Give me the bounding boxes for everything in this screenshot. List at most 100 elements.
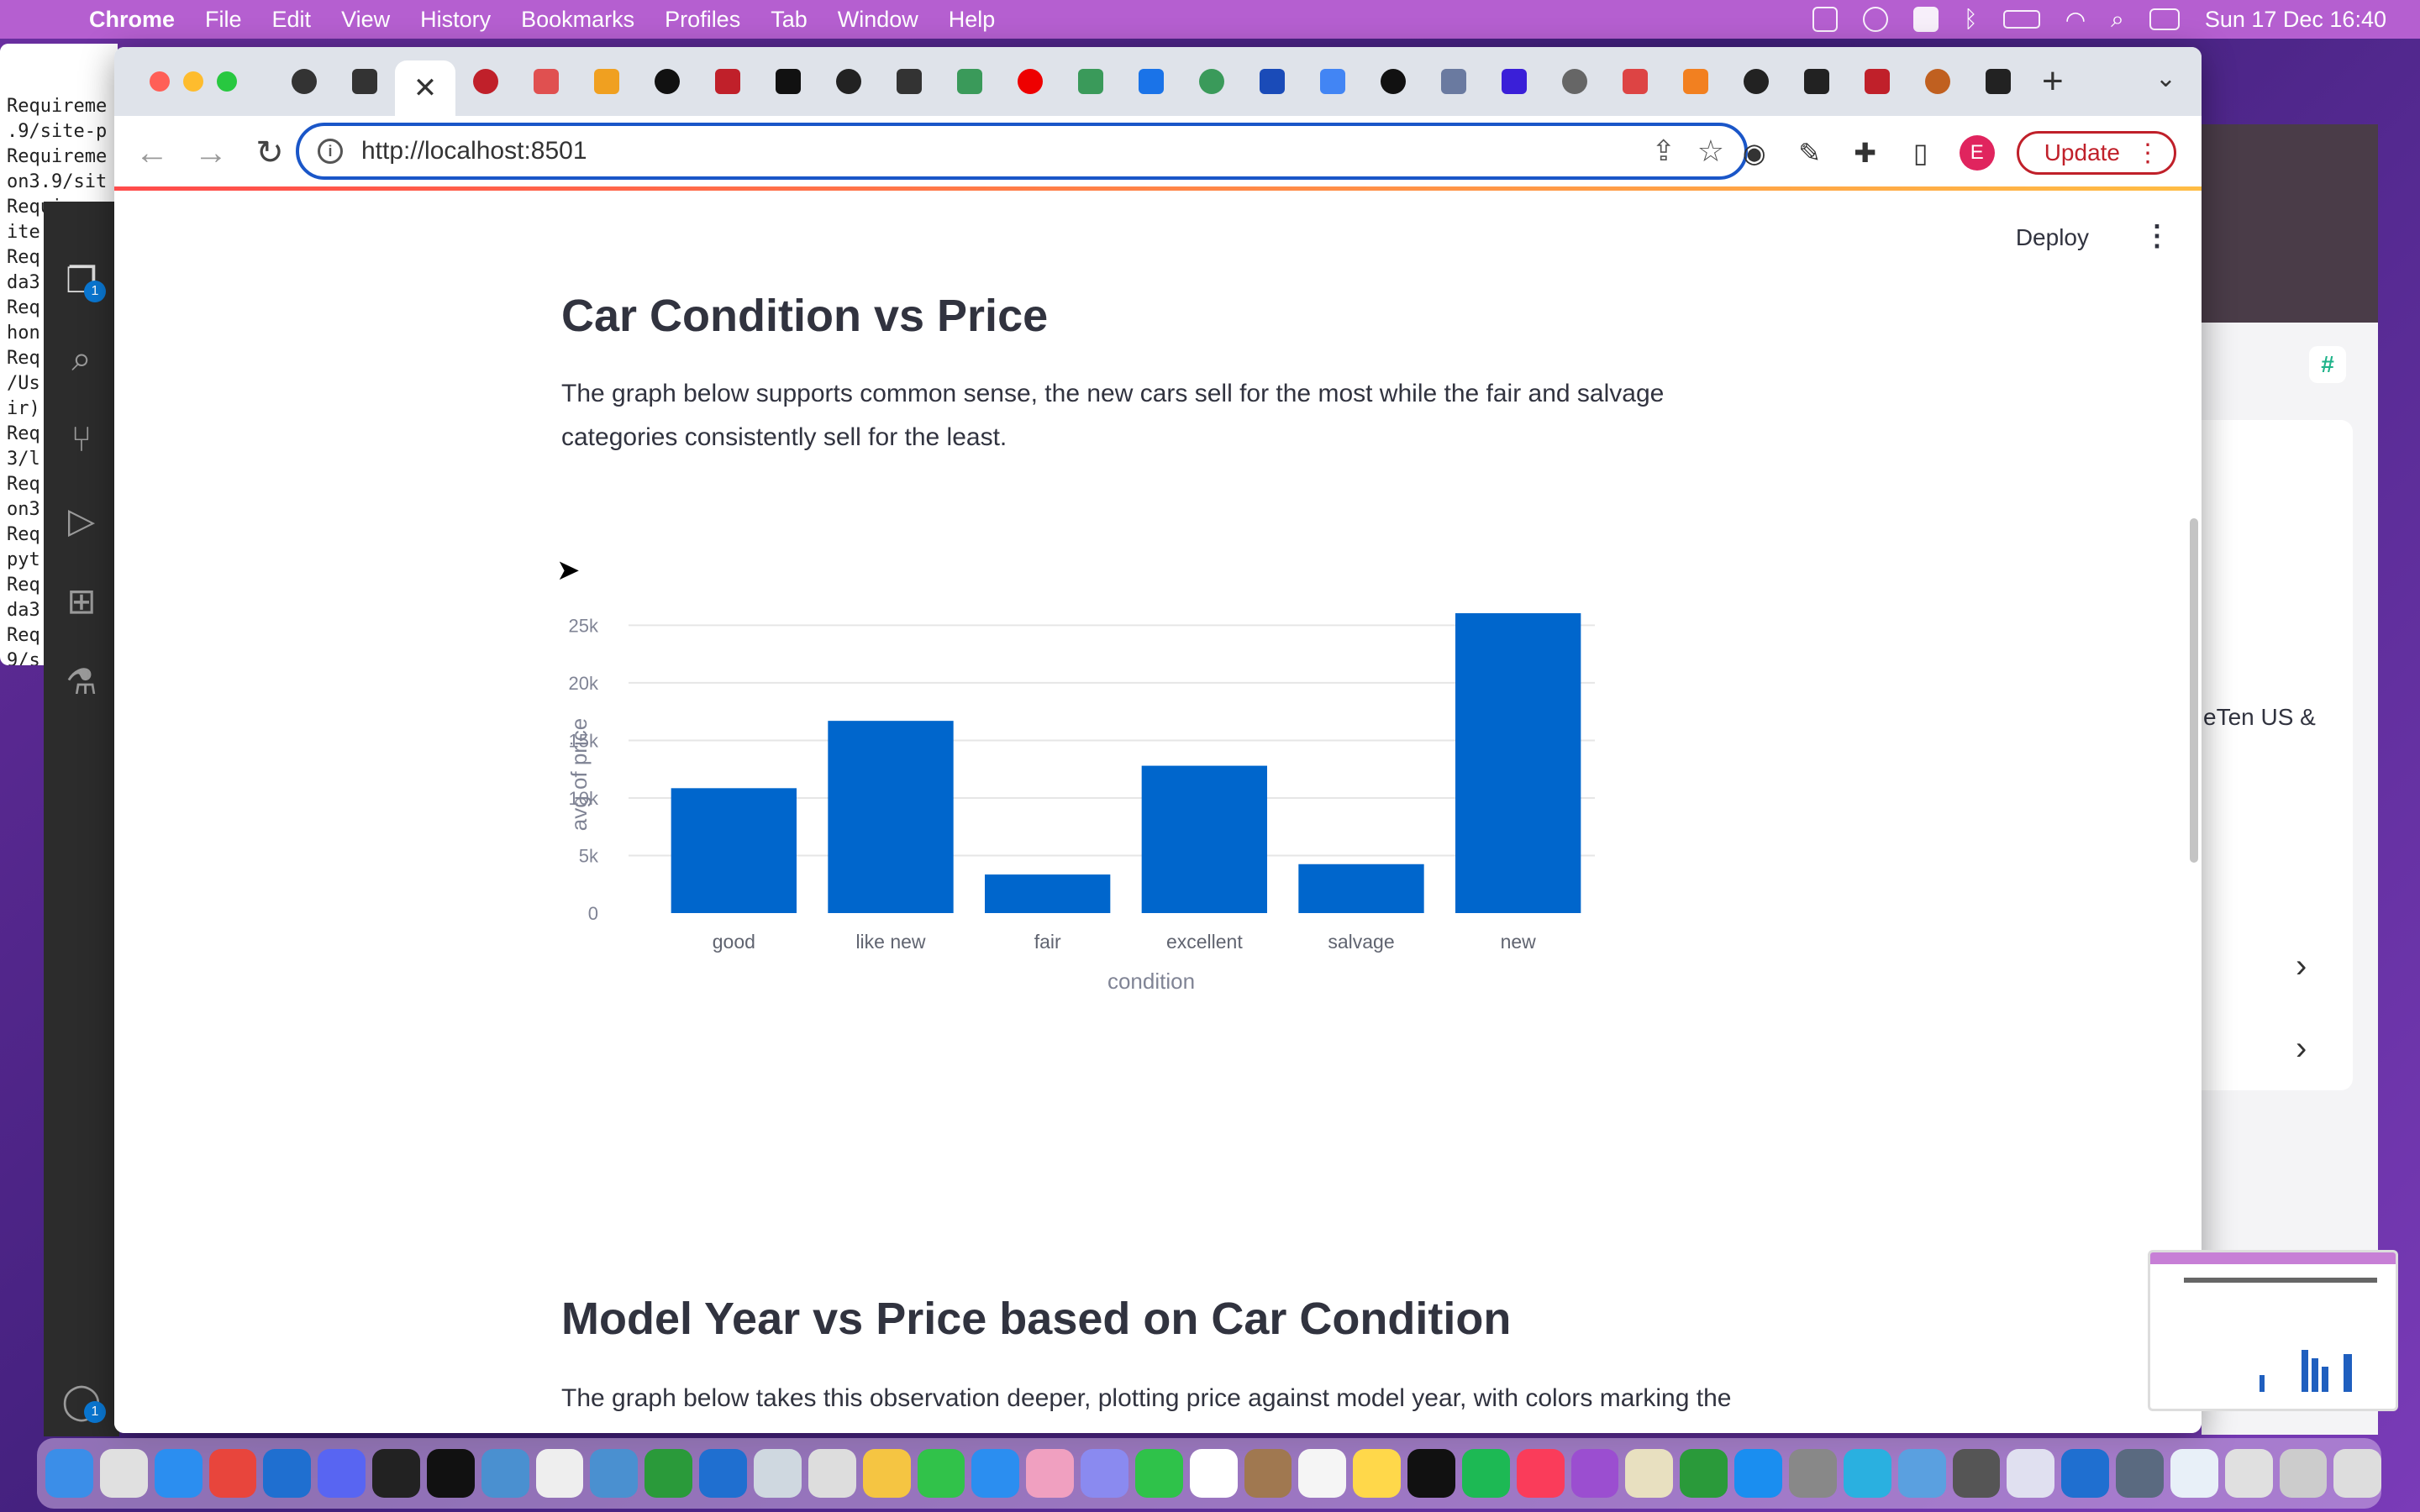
bar[interactable]: [671, 788, 797, 913]
site-info-icon[interactable]: i: [318, 139, 343, 164]
browser-tab[interactable]: [1968, 56, 2028, 107]
browser-tab[interactable]: [1665, 56, 1726, 107]
dock-app-icon[interactable]: [481, 1449, 529, 1498]
color-picker-extension-icon[interactable]: ✎: [1793, 136, 1827, 170]
browser-tab[interactable]: [758, 56, 818, 107]
dock-app-icon[interactable]: [808, 1449, 856, 1498]
browser-tab[interactable]: [818, 56, 879, 107]
browser-tab[interactable]: [1484, 56, 1544, 107]
dock-app-icon[interactable]: [1026, 1449, 1075, 1498]
tab-active-localhost[interactable]: ✕: [395, 60, 455, 116]
wifi-icon[interactable]: ◠: [2065, 6, 2086, 34]
dock-app-icon[interactable]: [1789, 1449, 1837, 1498]
dock-app-icon[interactable]: [1734, 1449, 1782, 1498]
dock-app-icon[interactable]: [263, 1449, 312, 1498]
dock-app-icon[interactable]: [753, 1449, 802, 1498]
status-app-icon[interactable]: [1812, 7, 1838, 32]
battery-icon[interactable]: [2002, 10, 2040, 29]
extensions-icon[interactable]: ⊞: [60, 580, 103, 622]
dock-app-icon[interactable]: [2224, 1449, 2273, 1498]
dock-app-icon[interactable]: [2061, 1449, 2110, 1498]
dock-app-icon[interactable]: [1625, 1449, 1674, 1498]
browser-tab[interactable]: [576, 56, 637, 107]
dock-app-icon[interactable]: [45, 1449, 93, 1498]
dock-app-icon[interactable]: [1081, 1449, 1128, 1498]
account-icon[interactable]: ◯ 1: [60, 1379, 106, 1423]
dock-app-icon[interactable]: [1134, 1449, 1183, 1498]
browser-tab[interactable]: [274, 56, 334, 107]
menu-window[interactable]: Window: [838, 7, 918, 33]
play-icon[interactable]: [1862, 7, 1888, 32]
browser-tab[interactable]: [1242, 56, 1302, 107]
menubar-clock[interactable]: Sun 17 Dec 16:40: [2205, 7, 2386, 33]
testing-icon[interactable]: ⚗: [60, 660, 103, 702]
browser-tab[interactable]: [334, 56, 395, 107]
bluetooth-icon[interactable]: ᛒ: [1964, 6, 1978, 33]
dock-app-icon[interactable]: [208, 1449, 257, 1498]
tab-search-chevron-icon[interactable]: ⌄: [2155, 64, 2176, 93]
dock-app-icon[interactable]: [862, 1449, 911, 1498]
update-chrome-button[interactable]: Update ⋮: [2016, 131, 2176, 175]
browser-tab[interactable]: [1605, 56, 1665, 107]
dock-app-icon[interactable]: [644, 1449, 693, 1498]
menu-profiles[interactable]: Profiles: [665, 7, 740, 33]
bar[interactable]: [985, 874, 1111, 913]
menu-view[interactable]: View: [341, 7, 390, 33]
chrome-menu-icon[interactable]: ⋮: [2135, 139, 2160, 168]
source-control-icon[interactable]: ⑂: [60, 418, 103, 460]
zoom-window-button[interactable]: [217, 71, 237, 92]
new-tab-button[interactable]: +: [2042, 60, 2064, 102]
dock-app-icon[interactable]: [1407, 1449, 1455, 1498]
dock-app-icon[interactable]: [1570, 1449, 1619, 1498]
browser-tab[interactable]: [1544, 56, 1605, 107]
password-manager-extension-icon[interactable]: ◉: [1738, 136, 1771, 170]
menu-edit[interactable]: Edit: [272, 7, 312, 33]
dock-app-icon[interactable]: [154, 1449, 203, 1498]
dock-app-icon[interactable]: [699, 1449, 747, 1498]
dock-app-icon[interactable]: [2007, 1449, 2055, 1498]
browser-tab[interactable]: [1302, 56, 1363, 107]
chevron-right-icon[interactable]: ›: [2296, 1030, 2307, 1068]
close-window-button[interactable]: [150, 71, 170, 92]
bar[interactable]: [828, 721, 954, 913]
page-scrollbar[interactable]: [2190, 518, 2198, 863]
close-tab-icon[interactable]: ✕: [413, 72, 438, 104]
input-source-icon[interactable]: [1912, 7, 1939, 32]
bar[interactable]: [1141, 765, 1267, 913]
bar[interactable]: [1298, 864, 1424, 913]
profile-avatar[interactable]: E: [1959, 135, 1995, 171]
browser-tab[interactable]: [1000, 56, 1060, 107]
forward-button[interactable]: →: [182, 134, 240, 172]
chevron-right-icon[interactable]: ›: [2296, 948, 2307, 985]
menu-app-name[interactable]: Chrome: [89, 7, 175, 33]
dock-app-icon[interactable]: [590, 1449, 639, 1498]
bar[interactable]: [1455, 613, 1581, 913]
browser-tab[interactable]: [1121, 56, 1181, 107]
browser-tab[interactable]: [1060, 56, 1121, 107]
minimize-window-button[interactable]: [183, 71, 203, 92]
reload-button[interactable]: ↻: [240, 134, 299, 172]
dock-app-icon[interactable]: [1461, 1449, 1510, 1498]
menu-bookmarks[interactable]: Bookmarks: [521, 7, 634, 33]
dock-app-icon[interactable]: [1298, 1449, 1347, 1498]
dock-app-icon[interactable]: [372, 1449, 420, 1498]
browser-tab[interactable]: [455, 56, 516, 107]
dock-app-icon[interactable]: [1189, 1449, 1238, 1498]
menu-help[interactable]: Help: [949, 7, 996, 33]
dock-app-icon[interactable]: [426, 1449, 475, 1498]
dock-app-icon[interactable]: [2116, 1449, 2164, 1498]
address-bar-url[interactable]: http://localhost:8501: [361, 137, 587, 165]
extensions-puzzle-icon[interactable]: ✚: [1849, 136, 1882, 170]
browser-tab[interactable]: [939, 56, 1000, 107]
dock-app-icon[interactable]: [2170, 1449, 2218, 1498]
main-menu-kebab-icon[interactable]: ⋮: [2143, 219, 2171, 253]
dock-app-icon[interactable]: [1897, 1449, 1946, 1498]
dock-app-icon[interactable]: [2333, 1449, 2382, 1498]
search-icon[interactable]: ⌕: [60, 338, 103, 380]
dock-app-icon[interactable]: [1244, 1449, 1292, 1498]
dock-app-icon[interactable]: [1952, 1449, 2001, 1498]
explorer-icon[interactable]: ❐ 1: [60, 259, 106, 302]
browser-tab[interactable]: [879, 56, 939, 107]
browser-tab[interactable]: [1726, 56, 1786, 107]
deploy-button[interactable]: Deploy: [2016, 224, 2089, 251]
